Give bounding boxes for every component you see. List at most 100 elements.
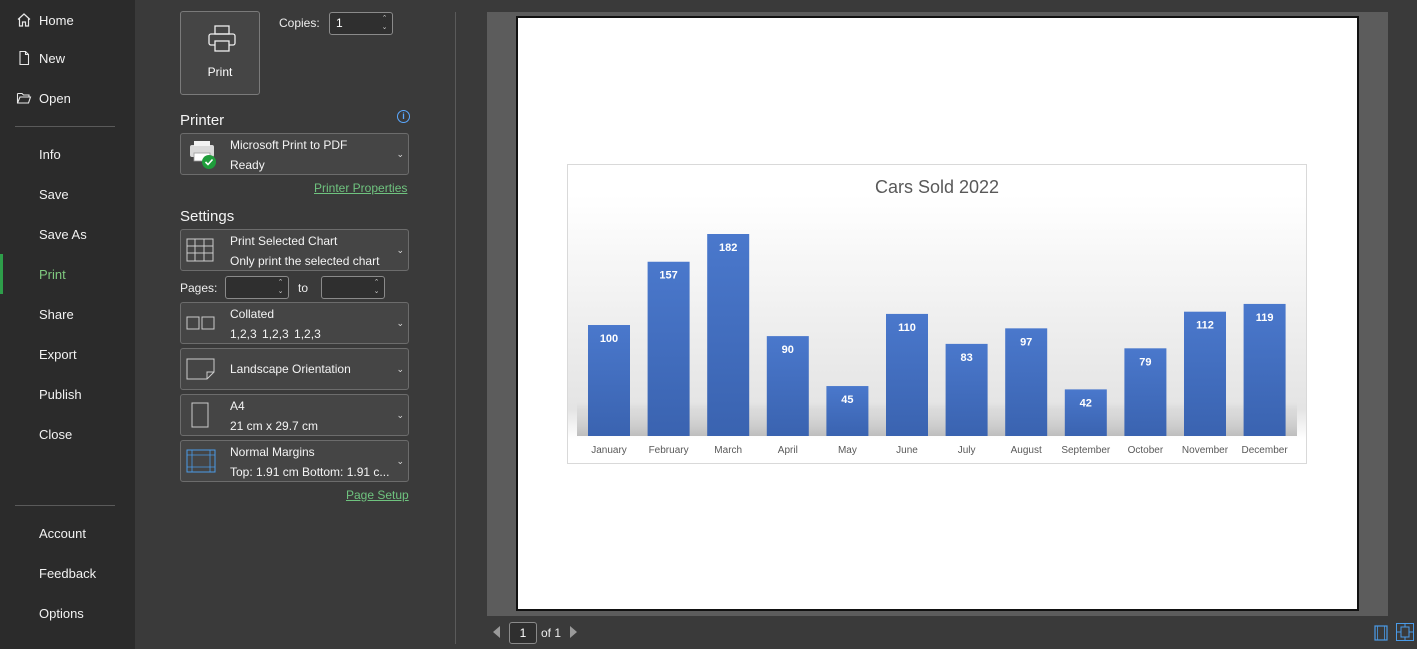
printer-icon [207,24,237,59]
pages-from-spinner[interactable]: ⌃ ⌄ [225,276,289,299]
nav-close[interactable]: Close [0,414,135,454]
settings-section-title: Settings [180,208,235,225]
bar-september [1064,389,1107,436]
category-label: June [896,445,918,456]
panel-divider [455,12,456,644]
margins-icon [186,449,216,478]
category-label: May [838,445,857,456]
category-label: August [1011,445,1042,456]
print-what-dropdown[interactable]: Print Selected Chart Only print the sele… [180,229,409,271]
current-page-input[interactable]: 1 [509,622,537,644]
nav-new-label: New [39,50,66,66]
data-label: 110 [898,322,916,334]
chart-title: Cars Sold 2022 [875,177,999,197]
backstage-nav: Home New Open Info Save Save As Print Sh… [0,0,135,649]
grid-sheet-icon [186,238,214,267]
spinner-arrows-icon[interactable]: ⌃ ⌄ [372,278,381,296]
nav-feedback[interactable]: Feedback [0,553,135,593]
nav-options-label: Options [39,605,84,621]
paper-size-dropdown[interactable]: A4 21 cm x 29.7 cm ⌄ [180,394,409,436]
paper-size-desc: 21 cm x 29.7 cm [230,419,319,433]
category-label: July [958,445,976,456]
nav-publish-label: Publish [39,386,82,402]
chevron-down-icon: ⌄ [396,410,404,420]
printer-dropdown[interactable]: Microsoft Print to PDF Ready ⌄ [180,133,409,175]
nav-info[interactable]: Info [0,134,135,174]
chevron-down-icon: ⌄ [396,364,404,374]
data-label: 112 [1196,320,1214,332]
print-what-desc: Only print the selected chart [230,254,380,268]
zoom-to-page-icon[interactable] [1396,623,1414,641]
pages-label: Pages: [180,281,218,295]
margins-title: Normal Margins [230,445,315,459]
to-label: to [298,281,309,295]
data-label: 157 [659,270,677,282]
spinner-arrows-icon[interactable]: ⌃ ⌄ [276,278,285,296]
nav-save-as[interactable]: Save As [0,214,135,254]
category-label: November [1182,445,1229,456]
new-document-icon [15,49,33,67]
nav-feedback-label: Feedback [39,565,97,581]
nav-info-label: Info [39,146,61,162]
home-icon [15,11,33,29]
nav-home[interactable]: Home [0,0,135,40]
margins-dropdown[interactable]: Normal Margins Top: 1.91 cm Bottom: 1.91… [180,440,409,482]
nav-open[interactable]: Open [0,78,135,118]
nav-options[interactable]: Options [0,593,135,633]
bar-chart: Cars Sold 2022 100 January 157 February 182 M… [577,177,1297,456]
collation-title: Collated [230,307,275,321]
nav-account[interactable]: Account [0,513,135,553]
nav-save-label: Save [39,186,69,202]
nav-separator [15,505,115,506]
category-label: December [1242,445,1289,456]
collation-dropdown[interactable]: Collated 1,2,3 1,2,3 1,2,3 ⌄ [180,302,409,344]
nav-new[interactable]: New [0,38,135,78]
data-label: 83 [960,352,972,364]
printer-ready-icon [186,139,220,176]
orientation-value: Landscape Orientation [230,362,351,376]
margins-desc: Top: 1.91 cm Bottom: 1.91 c... [230,465,390,479]
nav-home-label: Home [39,12,74,28]
page-count-label: of 1 [541,626,562,640]
data-label: 45 [841,394,853,406]
category-label: October [1128,445,1164,456]
nav-share[interactable]: Share [0,294,135,334]
bar-march [707,234,750,436]
copies-value: 1 [336,16,343,30]
category-label: February [649,445,689,456]
folder-open-icon [15,89,33,107]
printer-properties-link[interactable]: Printer Properties [314,181,407,195]
print-what-title: Print Selected Chart [230,234,338,248]
pages-to-spinner[interactable]: ⌃ ⌄ [321,276,385,299]
nav-share-label: Share [39,306,74,322]
print-button[interactable]: Print [180,11,260,95]
data-label: 119 [1256,312,1274,324]
chevron-down-icon: ⌄ [396,149,404,159]
nav-open-label: Open [39,90,71,106]
nav-publish[interactable]: Publish [0,374,135,414]
nav-save[interactable]: Save [0,174,135,214]
orientation-dropdown[interactable]: Landscape Orientation ⌄ [180,348,409,390]
nav-export[interactable]: Export [0,334,135,374]
printer-section-title: Printer [180,112,225,129]
print-button-label: Print [207,65,233,79]
bar-february [647,261,690,436]
category-label: September [1061,445,1111,456]
page-setup-link[interactable]: Page Setup [346,488,409,502]
nav-account-label: Account [39,525,86,541]
data-label: 97 [1020,336,1032,348]
info-icon[interactable]: i [397,110,410,123]
show-margins-icon[interactable] [1374,625,1388,646]
collated-icon [186,316,216,335]
printer-name: Microsoft Print to PDF [230,138,348,152]
previous-page-icon[interactable] [491,625,501,644]
nav-print[interactable]: Print [0,254,135,294]
next-page-icon[interactable] [569,625,579,644]
spinner-arrows-icon[interactable]: ⌃ ⌄ [380,14,389,32]
nav-separator [15,126,115,127]
category-label: January [591,445,627,456]
nav-export-label: Export [39,346,77,362]
printer-status: Ready [230,158,265,172]
copies-spinner[interactable]: 1 ⌃ ⌄ [329,12,393,35]
nav-print-label: Print [39,266,66,282]
